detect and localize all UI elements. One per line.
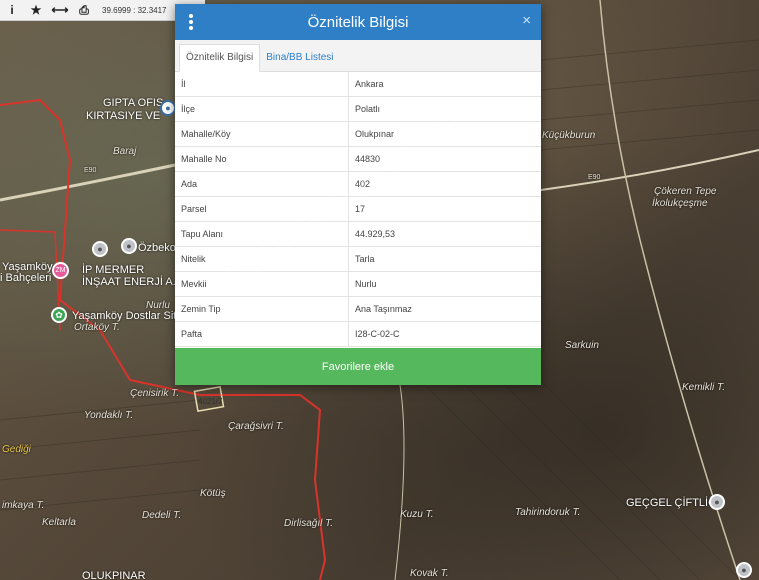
map-label: Kötüş	[200, 488, 226, 499]
map-label: Sarkuin	[565, 340, 599, 351]
map-label: İNŞAAT ENERJİ A.Ş	[82, 276, 184, 288]
menu-icon[interactable]	[189, 14, 193, 30]
dialog-title: Öznitelik Bilgisi	[307, 13, 409, 31]
map-label: Keltarla	[42, 517, 76, 528]
attribute-key: Tapu Alanı	[175, 221, 349, 247]
map-label: Küçükburun	[542, 130, 596, 141]
attribute-value: 44830	[348, 146, 541, 172]
attribute-dialog: Öznitelik Bilgisi × Öznitelik Bilgisi Bi…	[175, 4, 541, 385]
map-label: Baraj	[113, 146, 137, 157]
map-label: Ortaköy T.	[74, 322, 120, 333]
attribute-key: İl	[175, 72, 349, 97]
table-row: Pafta I28-C-02-C	[175, 321, 541, 347]
attribute-value: Ana Taşınmaz	[348, 296, 541, 322]
table-row: Mahalle/Köy Olukpınar	[175, 121, 541, 147]
dialog-header: Öznitelik Bilgisi ×	[175, 4, 541, 40]
map-pin-icon[interactable]: ●	[709, 494, 725, 510]
map-label: OLUKPINAR	[82, 570, 146, 580]
map-label: Kovak T.	[410, 568, 449, 579]
attribute-key: İlçe	[175, 96, 349, 122]
attribute-key: Ada	[175, 171, 349, 197]
attribute-value: Nurlu	[348, 271, 541, 297]
parcel-label: 4021/7	[198, 397, 223, 406]
tab-attributes[interactable]: Öznitelik Bilgisi	[179, 44, 261, 72]
attribute-value: Ankara	[348, 72, 541, 97]
attribute-value: Olukpınar	[348, 121, 541, 147]
map-label: GEÇGEL ÇİFTLİĞİ	[626, 497, 720, 509]
map-label: Çenisirik T.	[130, 388, 180, 399]
attribute-value: I28-C-02-C	[348, 321, 541, 347]
map-pin-icon[interactable]: ●	[736, 562, 752, 578]
table-row: Nitelik Tarla	[175, 246, 541, 272]
attribute-key: Zemin Tip	[175, 296, 349, 322]
coordinate-readout: 39.6999 : 32.3417	[102, 5, 167, 15]
attribute-value: 44.929,53	[348, 221, 541, 247]
road-label: E90	[588, 174, 601, 181]
table-row: Tapu Alanı 44.929,53	[175, 221, 541, 247]
attribute-value: 402	[348, 171, 541, 197]
info-icon[interactable]: i	[0, 0, 24, 20]
table-row: Parsel 17	[175, 196, 541, 222]
map-label: KIRTASIYE VE	[86, 110, 161, 122]
map-label: imkaya T.	[2, 500, 45, 511]
map-label: Tahirindoruk T.	[515, 507, 581, 518]
map-label: GIPTA OFIS	[103, 97, 164, 109]
map-pin-icon[interactable]: ●	[121, 238, 137, 254]
map-label: Çökeren Tepe	[654, 186, 717, 197]
attribute-key: Mevkii	[175, 271, 349, 297]
map-label: Gediği	[2, 444, 31, 455]
attribute-value: 17	[348, 196, 541, 222]
measure-icon[interactable]: ⟷	[48, 0, 72, 20]
attribute-key: Nitelik	[175, 246, 349, 272]
attribute-table: İl Ankara İlçe Polatlı Mahalle/Köy Olukpına…	[175, 72, 541, 347]
add-favorite-button[interactable]: Favorilere ekle	[175, 348, 541, 385]
table-row: Mevkii Nurlu	[175, 271, 541, 297]
map-label: i Bahçeleri	[0, 272, 52, 284]
attribute-key: Pafta	[175, 321, 349, 347]
map-label: Kuzu T.	[400, 509, 434, 520]
tab-building-list[interactable]: Bina/BB Listesi	[260, 45, 339, 71]
map-label: Yaşamköy Dostlar Sitesi	[72, 310, 191, 322]
attribute-key: Mahalle/Köy	[175, 121, 349, 147]
attribute-key: Mahalle No	[175, 146, 349, 172]
table-row: İlçe Polatlı	[175, 96, 541, 122]
map-label: Kemikli T.	[682, 382, 725, 393]
map-label: İkolukçeşme	[652, 198, 708, 209]
map-pin-icon[interactable]: ✿	[51, 307, 67, 323]
table-row: İl Ankara	[175, 72, 541, 97]
attribute-value: Polatlı	[348, 96, 541, 122]
map-pin-icon[interactable]: ●	[92, 241, 108, 257]
star-icon[interactable]: ★	[24, 0, 48, 20]
map-pin-icon[interactable]: ●	[160, 100, 176, 116]
print-icon[interactable]: ⎙	[72, 0, 96, 20]
map-label: Çarağsivri T.	[228, 421, 284, 432]
table-row: Ada 402	[175, 171, 541, 197]
dialog-tabs: Öznitelik Bilgisi Bina/BB Listesi	[175, 40, 541, 72]
map-label: Yondaklı T.	[84, 410, 134, 421]
table-row: Zemin Tip Ana Taşınmaz	[175, 296, 541, 322]
map-pin-icon[interactable]: ZM	[52, 262, 69, 279]
attribute-value: Tarla	[348, 246, 541, 272]
attribute-key: Parsel	[175, 196, 349, 222]
map-label: Dirlisağıl T.	[284, 518, 334, 529]
map-label: İP MERMER	[82, 264, 145, 276]
map-label: Dedeli T.	[142, 510, 182, 521]
close-icon[interactable]: ×	[522, 12, 531, 29]
road-label: E90	[84, 167, 97, 174]
map-label: Özbeko	[138, 242, 176, 254]
table-row: Mahalle No 44830	[175, 146, 541, 172]
